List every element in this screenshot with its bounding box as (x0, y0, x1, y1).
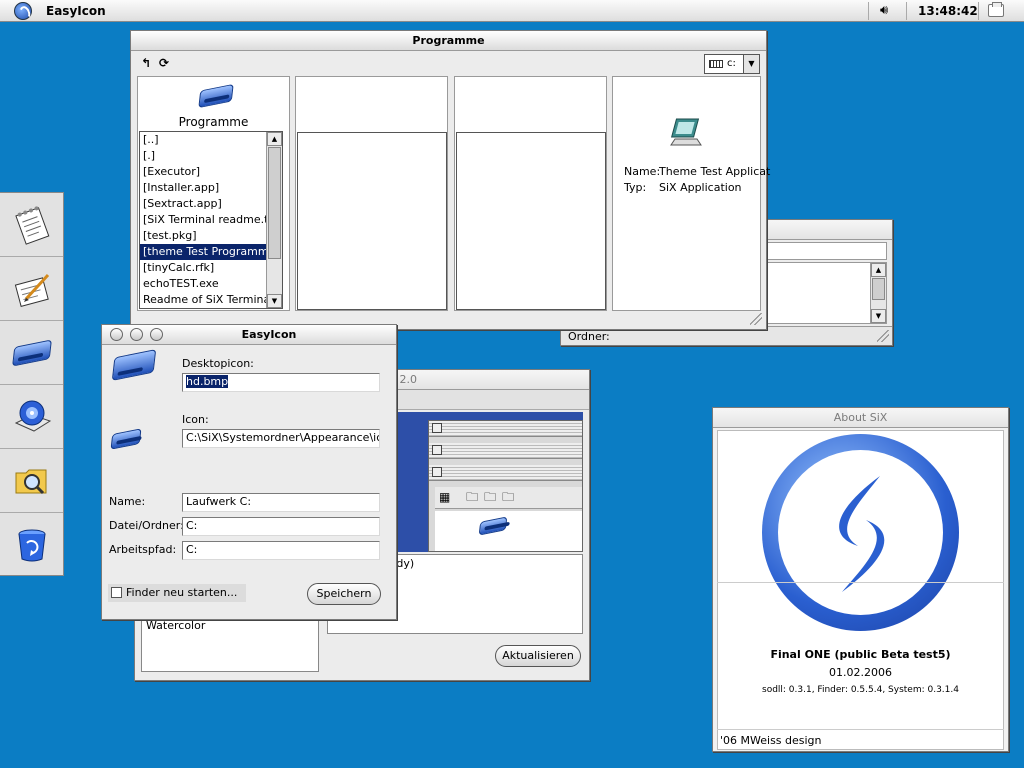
name-field[interactable]: Laufwerk C: (182, 493, 380, 512)
file-list-item[interactable]: [tinyCalc.rfk] (140, 260, 282, 276)
printer-icon[interactable] (988, 2, 1004, 17)
restart-finder-checkbox[interactable] (111, 587, 122, 598)
restart-finder-option[interactable]: Finder neu starten... (108, 584, 246, 602)
parent-folder-icon[interactable]: ↰ (141, 56, 151, 70)
scroll-down-icon[interactable]: ▼ (267, 294, 282, 308)
about-window-titlebar[interactable]: About SiX (713, 408, 1008, 428)
info-name-value: Theme Test Applicat (659, 165, 771, 178)
file-list-item[interactable]: echoTEST.exe (140, 276, 282, 292)
about-version: Final ONE (public Beta test5) (770, 648, 951, 661)
six-logo-icon (762, 434, 959, 631)
search-folder-icon (15, 469, 47, 495)
about-components: sodll: 0.3.1, Finder: 0.5.5.4, System: 0… (762, 685, 959, 695)
preview-window: ▦ 🗀︎🗀︎🗀︎ (428, 420, 583, 552)
desktopicon-value: hd.bmp (186, 375, 229, 388)
workdir-field[interactable]: C: (182, 541, 380, 560)
programme-window-titlebar[interactable]: Programme (131, 31, 766, 51)
cd-drive-icon (14, 400, 52, 432)
theme-left-list-item[interactable]: Watercolor (146, 619, 205, 632)
background-window-field[interactable] (767, 242, 887, 260)
icon-label: Icon: (182, 413, 209, 426)
background-window-list[interactable]: ▲ ▼ (767, 262, 887, 324)
resize-grip-icon[interactable] (877, 330, 889, 342)
menubar-divider (868, 2, 869, 20)
file-list-item[interactable]: [test.pkg] (140, 228, 282, 244)
preview-drive-icon (478, 516, 508, 536)
drive-select[interactable]: c: ▼ (704, 54, 760, 74)
menubar-divider (978, 2, 979, 20)
file-list-item[interactable]: [theme Test Programm.app] (140, 244, 282, 260)
workdir-label: Arbeitspfad: (109, 543, 177, 556)
dock (0, 192, 64, 576)
file-list-item[interactable]: [Executor] (140, 164, 282, 180)
file-list-item[interactable]: [..] (140, 132, 282, 148)
desktopicon-field[interactable]: hd.bmp (182, 373, 380, 392)
info-name-label: Name: (624, 165, 661, 178)
menubar-app-title[interactable]: EasyIcon (46, 4, 106, 18)
name-label: Name: (109, 495, 146, 508)
scroll-up-icon[interactable]: ▲ (871, 263, 886, 277)
file-list-item[interactable]: [SiX Terminal readme.txt.rfk] (140, 212, 282, 228)
menubar-divider (906, 2, 907, 20)
easyicon-dialog-title: EasyIcon (241, 328, 297, 341)
desktopicon-preview-icon (111, 349, 157, 381)
six-logo-icon[interactable] (14, 2, 32, 20)
file-folder-field[interactable]: C: (182, 517, 380, 536)
recycle-bin-icon (18, 529, 46, 562)
file-list[interactable]: [..] [.] [Executor] [Installer.app] [Sextrac… (139, 131, 283, 309)
text-editor-icon (14, 273, 50, 308)
icon-preview-icon (110, 428, 142, 450)
file-list-item[interactable]: [Installer.app] (140, 180, 282, 196)
background-window-scrollbar[interactable]: ▲ ▼ (870, 263, 886, 323)
about-window-title: About SiX (833, 411, 888, 424)
file-folder-label: Datei/Ordner: (109, 519, 184, 532)
about-credit: '06 MWeiss design (720, 734, 822, 747)
dock-item-notepad[interactable] (0, 193, 63, 257)
keyboard-icon (709, 60, 723, 68)
scroll-up-icon[interactable]: ▲ (267, 132, 282, 146)
speaker-icon[interactable]: 🔊︎ (880, 3, 888, 18)
file-list-item[interactable]: [Sextract.app] (140, 196, 282, 212)
file-info-panel: Name: Theme Test Applicat Typ: SiX Appli… (612, 76, 770, 311)
hard-drive-icon (12, 339, 52, 367)
dock-item-recycle-bin[interactable] (0, 513, 63, 577)
folder-status-label: Ordner: (568, 330, 610, 343)
dock-item-hard-drive[interactable] (0, 321, 63, 385)
info-type-value: SiX Application (659, 181, 742, 194)
file-list-item[interactable]: Readme of SiX Terminal.txt (140, 292, 282, 308)
dock-item-search-folder[interactable] (0, 449, 63, 513)
finder-column-2 (295, 76, 448, 311)
resize-grip-icon[interactable] (750, 313, 762, 325)
programme-window: Programme ↰ ⟳ c: ▼ Programme [..] [.] [Exe… (130, 30, 770, 330)
save-button[interactable]: Speichern (307, 583, 381, 605)
about-window: About SiX Final ONE (public Beta test5) … (712, 407, 1009, 752)
finder-column-3 (454, 76, 607, 311)
dock-item-cd-drive[interactable] (0, 385, 63, 449)
finder-column-2-list[interactable] (297, 132, 447, 310)
info-type-label: Typ: (624, 181, 647, 194)
notepad-icon (15, 206, 50, 245)
file-list-scrollbar[interactable]: ▲ ▼ (266, 132, 282, 308)
programme-window-title: Programme (412, 34, 485, 47)
finder-column-3-list[interactable] (456, 132, 606, 310)
desktopicon-label: Desktopicon: (182, 357, 254, 370)
about-date: 01.02.2006 (829, 666, 892, 679)
scroll-down-icon[interactable]: ▼ (871, 309, 886, 323)
restart-finder-label: Finder neu starten... (126, 586, 238, 599)
hard-drive-icon (198, 83, 234, 109)
menubar: EasyIcon 🔊︎ 13:48:42 (0, 0, 1024, 22)
file-list-item[interactable]: [.] (140, 148, 282, 164)
dock-item-text-editor[interactable] (0, 257, 63, 321)
folder-label: Programme (178, 115, 249, 129)
menubar-clock: 13:48:42 (918, 4, 978, 18)
refresh-button[interactable]: Aktualisieren (495, 645, 581, 667)
application-icon (670, 118, 702, 146)
easyicon-dialog-titlebar[interactable]: EasyIcon (102, 325, 396, 345)
refresh-icon[interactable]: ⟳ (159, 56, 169, 70)
easyicon-dialog: EasyIcon Desktopicon: hd.bmp Icon: C:\Si… (101, 324, 397, 620)
icon-path-field[interactable]: C:\SiX\Systemordner\Appearance\icons\ (182, 429, 380, 448)
drive-select-value: c: (727, 58, 736, 69)
preview-toolbar: ▦ 🗀︎🗀︎🗀︎ (435, 487, 582, 509)
chevron-down-icon[interactable]: ▼ (743, 55, 759, 73)
